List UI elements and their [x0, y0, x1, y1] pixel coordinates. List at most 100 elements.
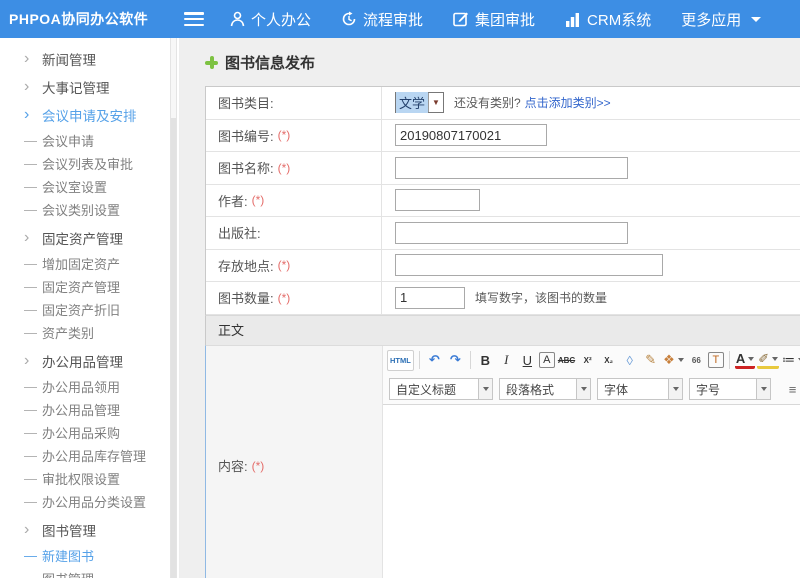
sidebar-item-2[interactable]: ›会议申请及安排: [0, 103, 179, 126]
sidebar-item-12[interactable]: ›办公用品管理: [0, 349, 179, 372]
sidebar-item-1[interactable]: ›大事记管理: [0, 75, 179, 98]
sidebar-item-label: 办公用品库存管理: [42, 446, 146, 465]
subscript-button[interactable]: X₂: [599, 350, 618, 371]
nav-item-group-approval[interactable]: 集团审批: [453, 9, 535, 30]
sidebar-item-label: 资产类别: [42, 323, 94, 342]
content-label: 内容:: [218, 456, 248, 475]
font-family-select[interactable]: 字体: [597, 378, 683, 400]
author-input[interactable]: [395, 189, 480, 211]
dropdown-caret-icon: [748, 357, 754, 361]
sidebar-item-18[interactable]: —办公用品分类设置: [0, 490, 179, 513]
sidebar-item-11[interactable]: —资产类别: [0, 321, 179, 344]
dropdown-caret-icon: [678, 358, 684, 362]
form-row-book-category: 图书类目:文学▼还没有类别?点击添加类别>>: [206, 87, 800, 120]
sidebar-item-8[interactable]: —增加固定资产: [0, 252, 179, 275]
dash-icon: —: [24, 448, 42, 463]
book-name-input[interactable]: [395, 157, 628, 179]
ordered-list-button[interactable]: ≔: [781, 350, 800, 371]
sidebar-item-label: 办公用品管理: [42, 400, 120, 419]
sidebar-item-0[interactable]: ›新闻管理: [0, 47, 179, 70]
dropdown-caret-icon: [581, 387, 587, 391]
dash-icon: —: [24, 302, 42, 317]
font-size-select[interactable]: 字号: [689, 378, 771, 400]
book-category-select[interactable]: 文学▼: [395, 92, 444, 113]
superscript-button[interactable]: X²: [578, 350, 597, 371]
superscript-button-glyph: X²: [584, 356, 592, 365]
dash-icon: —: [24, 548, 42, 563]
blockquote-button-glyph: 66: [692, 356, 701, 365]
sidebar-item-6[interactable]: —会议类别设置: [0, 198, 179, 221]
sidebar-item-label: 办公用品管理: [42, 351, 123, 371]
add-category-link[interactable]: 点击添加类别>>: [525, 94, 611, 111]
remove-format-button-glyph: ◊: [626, 353, 632, 368]
font-color-button-glyph: A: [736, 351, 745, 366]
book-number-input[interactable]: [395, 124, 547, 146]
required-mark: (*): [252, 193, 265, 207]
toolbar-separator: [470, 351, 471, 369]
blockquote-button[interactable]: 66: [687, 350, 706, 371]
chevron-right-icon: ›: [24, 231, 42, 244]
editor-content-area[interactable]: [383, 405, 800, 578]
highlight-color-button[interactable]: ✐: [757, 352, 779, 369]
font-family-select-label: 字体: [598, 379, 668, 399]
nav-item-process-approval[interactable]: 流程审批: [341, 9, 423, 30]
sidebar-item-5[interactable]: —会议室设置: [0, 175, 179, 198]
form-row-storage-location: 存放地点:(*): [206, 250, 800, 283]
sidebar-item-13[interactable]: —办公用品领用: [0, 375, 179, 398]
paragraph-format-select[interactable]: 段落格式: [499, 378, 591, 400]
menu-hamburger-icon[interactable]: [184, 12, 204, 26]
content-row: 内容: (*) HTML↶↷BIUAABCX²X₂◊✎❖66TA✐≔≕ 自定义标…: [205, 345, 800, 578]
italic-button[interactable]: I: [497, 350, 516, 371]
storage-location-input[interactable]: [395, 254, 663, 276]
sidebar-item-21[interactable]: —图书管理: [0, 567, 179, 578]
publisher-input[interactable]: [395, 222, 628, 244]
undo-button[interactable]: ↶: [425, 350, 444, 371]
book-quantity-input[interactable]: [395, 287, 465, 309]
sidebar-item-label: 会议列表及审批: [42, 154, 133, 173]
nav-item-personal-office[interactable]: 个人办公: [230, 9, 311, 30]
sidebar-item-label: 办公用品领用: [42, 377, 120, 396]
required-mark: (*): [278, 291, 291, 305]
chevron-right-icon: ›: [24, 52, 42, 65]
sidebar-scrollbar-thumb[interactable]: [171, 118, 176, 578]
form-row-book-number: 图书编号:(*): [206, 120, 800, 153]
field-label: 图书数量:: [218, 288, 274, 307]
remove-format-button[interactable]: ◊: [620, 350, 639, 371]
sidebar-scrollbar[interactable]: [170, 38, 177, 578]
dash-icon: —: [24, 571, 42, 578]
dropdown-arrow-box: [668, 379, 682, 399]
sidebar-item-19[interactable]: ›图书管理: [0, 518, 179, 541]
form-row-publisher: 出版社:: [206, 217, 800, 250]
sidebar-item-17[interactable]: —审批权限设置: [0, 467, 179, 490]
sidebar-item-20[interactable]: —新建图书: [0, 544, 179, 567]
font-color-button[interactable]: A: [735, 352, 755, 369]
paste-plain-button-glyph: T: [712, 354, 719, 366]
underline-button[interactable]: U: [518, 350, 537, 371]
align-left-button[interactable]: ≡: [783, 379, 800, 400]
custom-title-select[interactable]: 自定义标题: [389, 378, 493, 400]
sidebar-item-10[interactable]: —固定资产折旧: [0, 298, 179, 321]
nav-item-crm-system[interactable]: CRM系统: [565, 9, 651, 30]
strikethrough-button[interactable]: ABC: [557, 350, 576, 371]
format-painter-button[interactable]: ✎: [641, 350, 660, 371]
sidebar-item-4[interactable]: —会议列表及审批: [0, 152, 179, 175]
sidebar-item-3[interactable]: —会议申请: [0, 129, 179, 152]
paste-plain-button[interactable]: T: [708, 352, 724, 368]
field-label-cell: 出版社:: [206, 217, 382, 249]
bar-chart-icon: [565, 12, 581, 27]
nav-item-more-apps[interactable]: 更多应用: [681, 9, 761, 30]
bold-button[interactable]: B: [476, 350, 495, 371]
autotypeset-button[interactable]: A: [539, 352, 555, 368]
top-nav-items: 个人办公 流程审批 集团审批 CRM系统 更: [230, 9, 791, 30]
paint-format-button[interactable]: ❖: [662, 350, 685, 371]
field-value-cell: 填写数字，该图书的数量: [382, 287, 800, 309]
bold-button-glyph: B: [481, 353, 490, 368]
sidebar-item-14[interactable]: —办公用品管理: [0, 398, 179, 421]
sidebar-item-7[interactable]: ›固定资产管理: [0, 226, 179, 249]
sidebar-item-15[interactable]: —办公用品采购: [0, 421, 179, 444]
source-code-button[interactable]: HTML: [387, 350, 414, 371]
redo-button[interactable]: ↷: [446, 350, 465, 371]
sidebar-item-9[interactable]: —固定资产管理: [0, 275, 179, 298]
sidebar-item-16[interactable]: —办公用品库存管理: [0, 444, 179, 467]
dash-icon: —: [24, 133, 42, 148]
